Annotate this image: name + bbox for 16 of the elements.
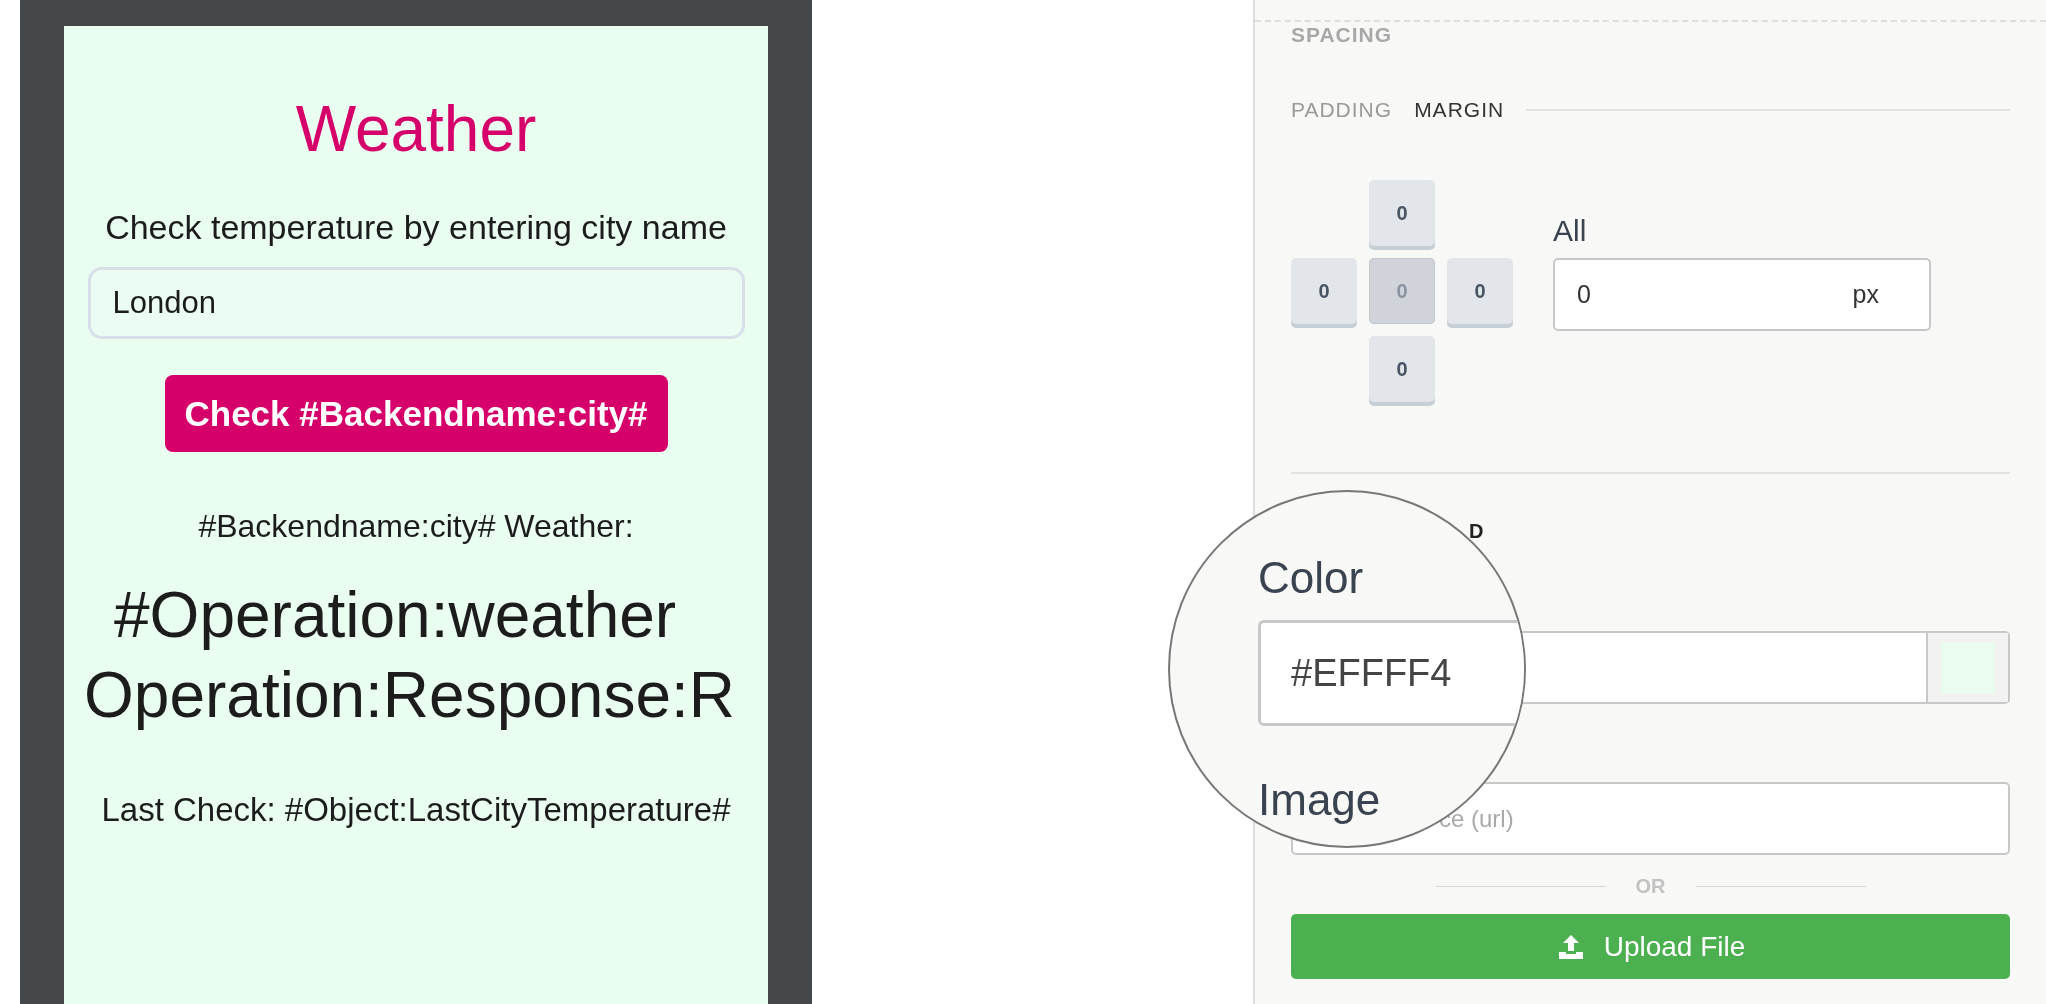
color-swatch[interactable] xyxy=(1926,633,2008,702)
field-label: All xyxy=(1553,214,1588,248)
check-button[interactable]: Check #Backendname:city# xyxy=(164,375,668,452)
result-text: Operation:Response:R xyxy=(83,658,736,733)
section-title: D xyxy=(1468,520,1484,543)
last-check-text: Last Check: #Object:LastCityTemperature# xyxy=(101,791,731,829)
margin-input-field[interactable]: 0 px xyxy=(1553,258,1931,331)
section-title: SPACING xyxy=(1291,22,1393,48)
result-label: #Backendname:city# Weather: xyxy=(198,508,634,545)
field-label: Color xyxy=(1258,552,1364,604)
city-input-field[interactable]: London xyxy=(87,267,745,339)
spacing-tab[interactable]: MARGIN xyxy=(1414,98,1505,122)
color-input-field[interactable]: #EFFFF4 xyxy=(1258,620,1524,726)
result-text: #Operation:weather xyxy=(113,578,677,653)
instruction-text: Check temperature by entering city name xyxy=(105,208,727,247)
app-title: Weather xyxy=(295,92,537,166)
